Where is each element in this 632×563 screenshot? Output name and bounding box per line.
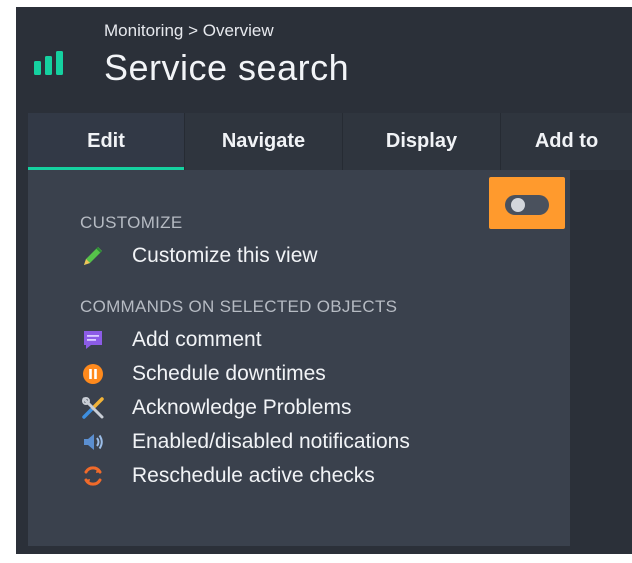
section-heading-commands: COMMANDS ON SELECTED OBJECTS xyxy=(80,297,398,316)
tab-label: Edit xyxy=(87,130,125,152)
tab-label: Add to xyxy=(534,130,599,152)
reschedule-checks-item[interactable]: Reschedule active checks xyxy=(80,463,375,489)
page-title: Service search xyxy=(104,47,350,88)
pencil-icon xyxy=(80,243,106,269)
header: Monitoring > Overview Service search xyxy=(16,7,632,110)
tab-label: Display xyxy=(385,130,458,152)
tab-navigate[interactable]: Navigate xyxy=(185,113,343,170)
toggle-knob xyxy=(511,198,525,212)
background-area xyxy=(570,170,632,554)
edit-mode-toggle[interactable] xyxy=(505,195,549,215)
notifications-item[interactable]: Enabled/disabled notifications xyxy=(80,429,410,455)
item-label: Reschedule active checks xyxy=(132,464,375,487)
item-label: Schedule downtimes xyxy=(132,362,326,385)
acknowledge-problems-item[interactable]: Acknowledge Problems xyxy=(80,395,351,421)
schedule-downtimes-item[interactable]: Schedule downtimes xyxy=(80,361,326,387)
add-comment-item[interactable]: Add comment xyxy=(80,327,262,353)
item-label: Acknowledge Problems xyxy=(132,396,352,419)
section-heading-customize: CUSTOMIZE xyxy=(80,213,183,232)
menu-tabs: Edit Navigate Display Add to xyxy=(28,113,632,170)
item-label: Add comment xyxy=(132,328,262,351)
speaker-icon xyxy=(80,429,106,455)
app-window: Monitoring > Overview Service search Edi… xyxy=(16,7,632,554)
tab-label: Navigate xyxy=(221,130,306,152)
pause-icon xyxy=(80,361,106,387)
refresh-icon xyxy=(80,463,106,489)
tab-edit[interactable]: Edit xyxy=(28,113,185,170)
breadcrumb[interactable]: Monitoring > Overview xyxy=(104,21,274,41)
tab-display[interactable]: Display xyxy=(343,113,501,170)
customize-view-item[interactable]: Customize this view xyxy=(80,243,318,269)
tools-icon xyxy=(80,395,106,421)
tab-add-to[interactable]: Add to xyxy=(501,113,632,170)
comment-icon xyxy=(80,327,106,353)
item-label: Customize this view xyxy=(132,244,318,267)
bar-chart-logo-icon xyxy=(34,51,63,75)
item-label: Enabled/disabled notifications xyxy=(132,430,410,453)
